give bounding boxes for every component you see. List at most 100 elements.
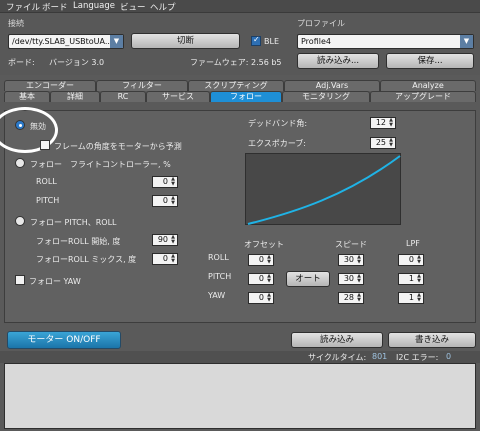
- follow-yaw-label: フォロー YAW: [29, 277, 81, 286]
- roll-mix-label: フォローROLL ミックス, 度: [36, 255, 137, 264]
- speed-roll-value: 30: [343, 255, 354, 264]
- tab-rc[interactable]: RC: [100, 91, 146, 102]
- menu-view[interactable]: ビュー: [120, 1, 146, 13]
- speed-header: スピード: [335, 240, 367, 249]
- chevron-down-icon: ▼: [460, 35, 473, 48]
- i2c-error-label: I2C エラー:: [396, 353, 439, 362]
- cycle-time-value: 801: [372, 352, 388, 361]
- stepper-arrows-icon: ▲ ▼: [417, 292, 421, 303]
- disconnect-button[interactable]: 切断: [131, 33, 240, 49]
- stepper-arrows-icon: ▲ ▼: [171, 195, 175, 206]
- roll-start-value: 90: [157, 235, 168, 244]
- menu-bar: ファイル ボード Language ビュー ヘルプ: [0, 0, 480, 13]
- tab-adj-vars[interactable]: Adj.Vars: [284, 80, 380, 91]
- stepper-arrows-icon: ▲ ▼: [267, 292, 271, 303]
- tab-follow[interactable]: フォロー: [210, 91, 282, 102]
- tab-basic[interactable]: 基本: [4, 91, 50, 102]
- fc-roll-value: 0: [162, 177, 168, 186]
- tab-advanced[interactable]: 詳細: [50, 91, 100, 102]
- fc-roll-label: ROLL: [36, 177, 57, 186]
- ble-label: BLE: [264, 37, 279, 46]
- expo-label: エクスポカーブ:: [248, 139, 306, 148]
- follow-fc-label: フォロー フライトコントローラー, %: [30, 160, 171, 169]
- stepper-arrows-icon: ▲ ▼: [389, 137, 393, 148]
- profile-load-button[interactable]: 読み込み...: [297, 53, 379, 69]
- stepper-arrows-icon: ▲ ▼: [267, 273, 271, 284]
- follow-yaw-checkbox[interactable]: [15, 275, 25, 285]
- tab-upgrade[interactable]: アップグレード: [370, 91, 476, 102]
- tab-filter[interactable]: フィルター: [96, 80, 188, 91]
- follow-pitch-roll-label: フォロー PITCH、ROLL: [30, 218, 117, 227]
- lpf-pitch-stepper[interactable]: 1 ▲ ▼: [398, 273, 424, 285]
- expo-curve-preview: [245, 153, 401, 225]
- predict-angle-label: フレームの角度をモーターから予測: [54, 142, 182, 151]
- menu-board[interactable]: ボード: [42, 1, 68, 13]
- tab-scripting[interactable]: スクリプティング: [188, 80, 284, 91]
- predict-angle-checkbox[interactable]: [40, 140, 50, 150]
- speed-pitch-stepper[interactable]: 30 ▲ ▼: [338, 273, 364, 285]
- axis-pitch-label: PITCH: [208, 272, 232, 281]
- profile-select[interactable]: Profile4 ▼: [297, 34, 474, 49]
- stepper-arrows-icon: ▲ ▼: [171, 176, 175, 187]
- stepper-arrows-icon: ▲ ▼: [389, 117, 393, 128]
- deadband-stepper[interactable]: 12 ▲ ▼: [370, 117, 396, 129]
- offset-roll-stepper[interactable]: 0 ▲ ▼: [248, 254, 274, 266]
- speed-yaw-stepper[interactable]: 28 ▲ ▼: [338, 292, 364, 304]
- speed-roll-stepper[interactable]: 30 ▲ ▼: [338, 254, 364, 266]
- lpf-roll-stepper[interactable]: 0 ▲ ▼: [398, 254, 424, 266]
- profile-save-button[interactable]: 保存...: [386, 53, 474, 69]
- profile-group-label: プロファイル: [297, 19, 345, 28]
- fc-pitch-label: PITCH: [36, 196, 60, 205]
- stepper-arrows-icon: ▲ ▼: [171, 234, 175, 245]
- stepper-arrows-icon: ▲ ▼: [417, 254, 421, 265]
- axis-roll-label: ROLL: [208, 253, 229, 262]
- tab-monitoring[interactable]: モニタリング: [282, 91, 370, 102]
- write-button[interactable]: 書き込み: [388, 332, 476, 348]
- offset-pitch-value: 0: [258, 274, 264, 283]
- stepper-arrows-icon: ▲ ▼: [171, 253, 175, 264]
- menu-language[interactable]: Language: [73, 1, 115, 11]
- tab-analyze[interactable]: Analyze: [380, 80, 476, 91]
- offset-yaw-stepper[interactable]: 0 ▲ ▼: [248, 292, 274, 304]
- expo-curve-svg: [247, 155, 401, 225]
- offset-pitch-stepper[interactable]: 0 ▲ ▼: [248, 273, 274, 285]
- menu-help[interactable]: ヘルプ: [150, 1, 176, 13]
- roll-mix-stepper[interactable]: 0 ▲ ▼: [152, 253, 178, 265]
- speed-yaw-value: 28: [343, 293, 354, 302]
- speed-pitch-value: 30: [343, 274, 354, 283]
- version-label: バージョン 3.0: [49, 58, 105, 67]
- firmware-label: ファームウェア: 2.56 b5: [190, 58, 282, 67]
- lpf-yaw-value: 1: [408, 293, 414, 302]
- follow-pitch-roll-radio[interactable]: [15, 216, 25, 226]
- offset-roll-value: 0: [258, 255, 264, 264]
- auto-button[interactable]: オート: [286, 271, 330, 287]
- stepper-arrows-icon: ▲ ▼: [417, 273, 421, 284]
- stepper-arrows-icon: ▲ ▼: [357, 254, 361, 265]
- fc-pitch-stepper[interactable]: 0 ▲ ▼: [152, 195, 178, 207]
- menu-file[interactable]: ファイル: [6, 1, 40, 13]
- roll-start-stepper[interactable]: 90 ▲ ▼: [152, 234, 178, 246]
- fc-roll-stepper[interactable]: 0 ▲ ▼: [152, 176, 178, 188]
- connection-group-label: 接続: [8, 19, 24, 28]
- lpf-header: LPF: [406, 239, 420, 248]
- stepper-arrows-icon: ▲ ▼: [357, 273, 361, 284]
- port-value: /dev/tty.SLAB_USBtoUA...: [12, 37, 113, 46]
- offset-header: オフセット: [244, 240, 284, 249]
- read-button[interactable]: 読み込み: [291, 332, 383, 348]
- expo-value: 25: [375, 138, 386, 147]
- tab-encoder[interactable]: エンコーダー: [4, 80, 96, 91]
- expo-stepper[interactable]: 25 ▲ ▼: [370, 137, 396, 149]
- offset-yaw-value: 0: [258, 293, 264, 302]
- motor-toggle-button[interactable]: モーター ON/OFF: [7, 331, 121, 349]
- lpf-yaw-stepper[interactable]: 1 ▲ ▼: [398, 292, 424, 304]
- ble-checkbox[interactable]: [251, 35, 261, 46]
- port-select[interactable]: /dev/tty.SLAB_USBtoUA... ▼: [8, 34, 124, 49]
- fc-pitch-value: 0: [162, 196, 168, 205]
- roll-mix-value: 0: [162, 254, 168, 263]
- tab-service[interactable]: サービス: [146, 91, 210, 102]
- cycle-time-label: サイクルタイム:: [308, 353, 367, 362]
- lpf-roll-value: 0: [408, 255, 414, 264]
- i2c-error-value: 0: [446, 352, 452, 361]
- stepper-arrows-icon: ▲ ▼: [357, 292, 361, 303]
- follow-fc-radio[interactable]: [15, 158, 25, 168]
